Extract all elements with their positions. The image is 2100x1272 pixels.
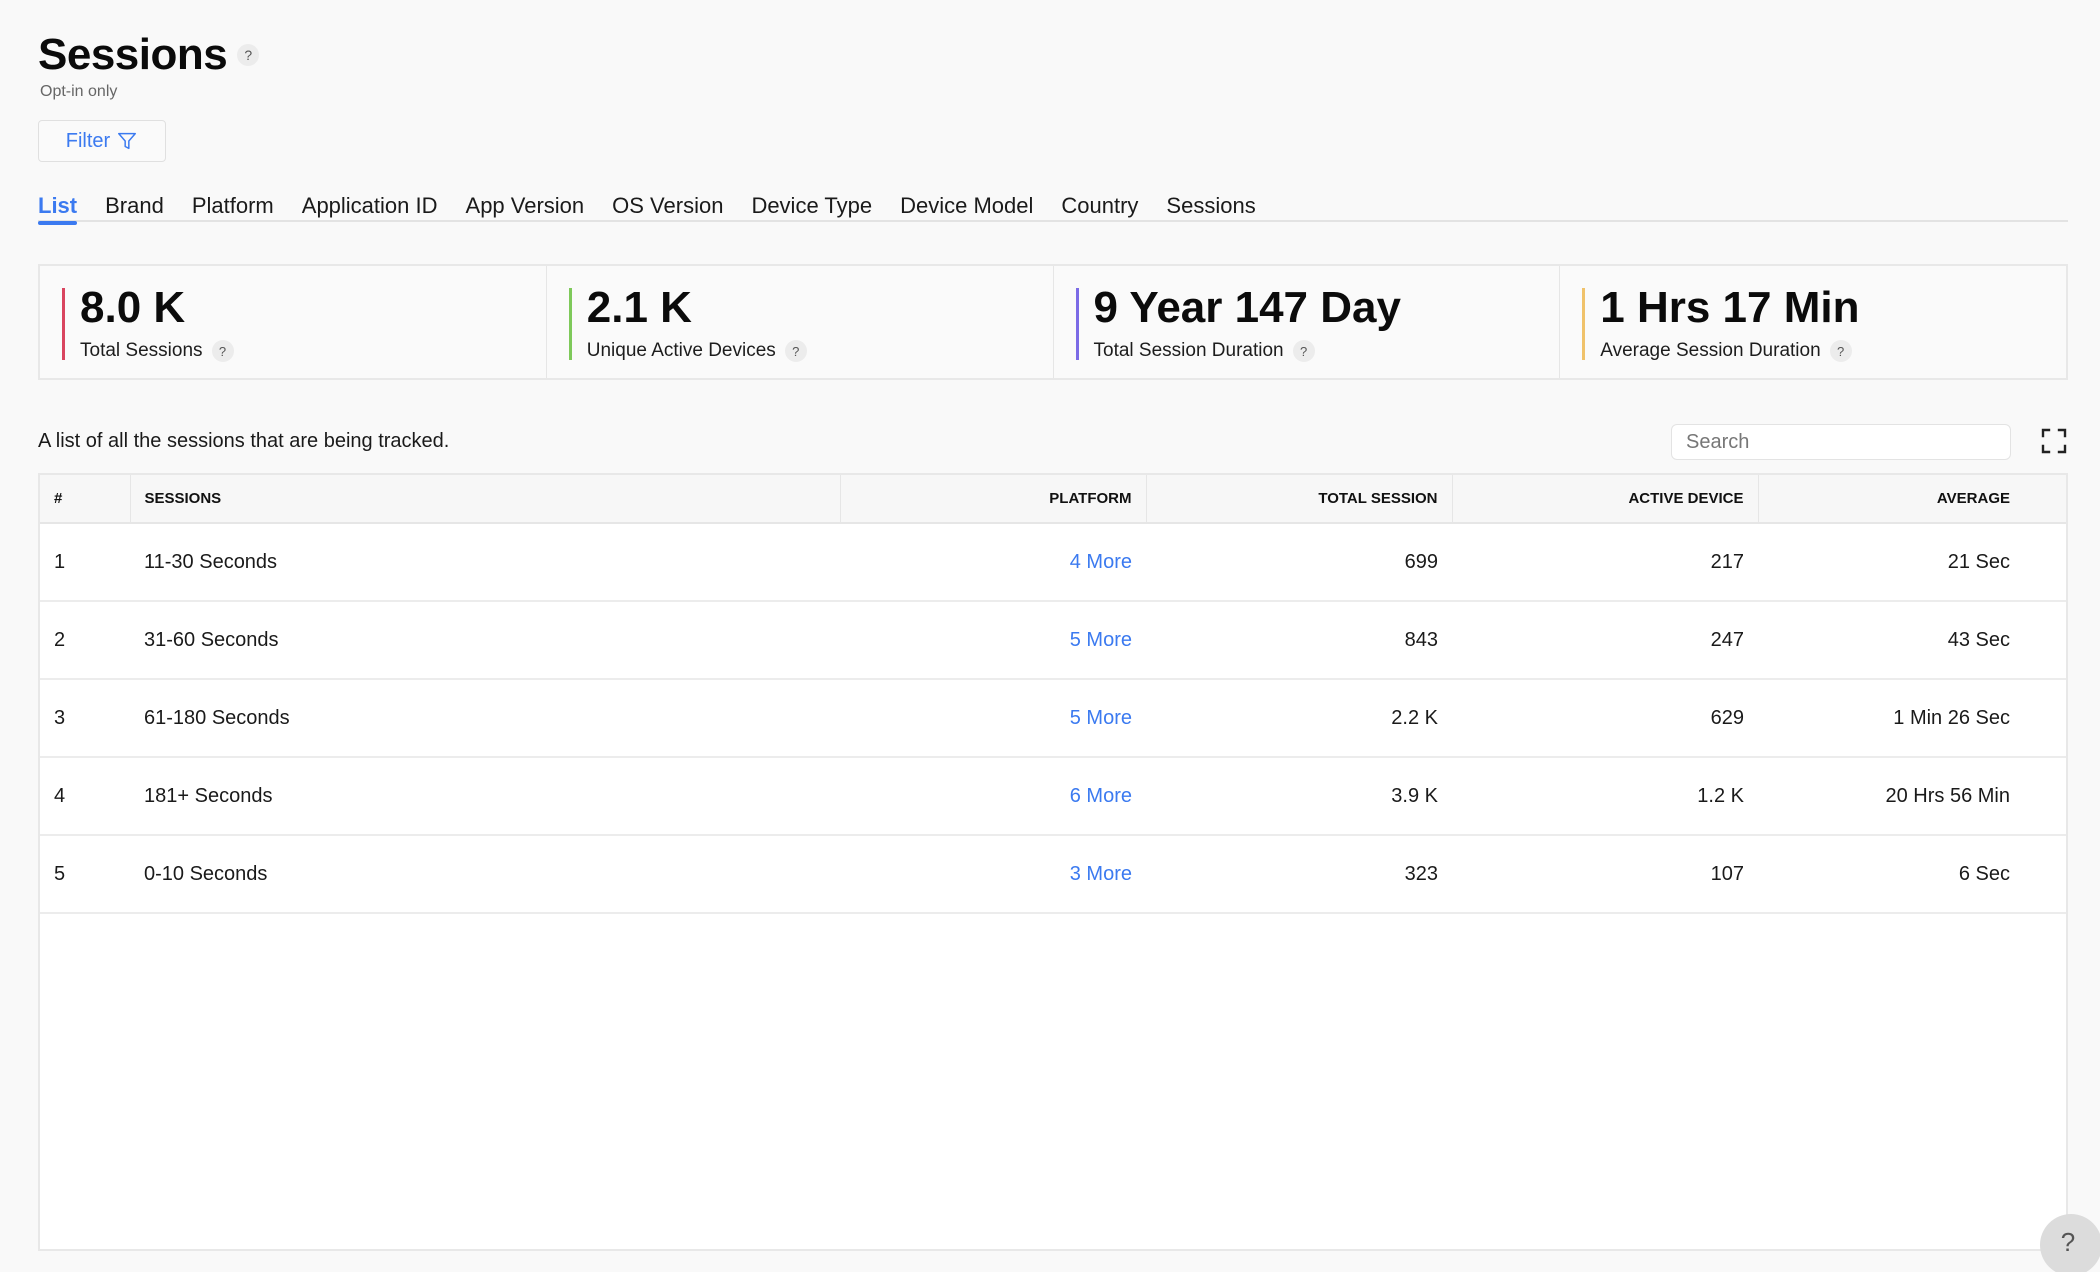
column-header-index[interactable]: # xyxy=(40,475,131,524)
tab-brand[interactable]: Brand xyxy=(91,190,178,222)
sessions-table: # Sessions Platform Total Session Active… xyxy=(40,475,2066,914)
list-description: A list of all the sessions that are bein… xyxy=(38,430,450,452)
kpi-value: 8.0 K xyxy=(80,283,186,332)
kpi-label-row: Average Session Duration ? xyxy=(1600,340,2066,363)
kpi-total-sessions: 8.0 K Total Sessions ? xyxy=(40,266,547,378)
tab-application-id[interactable]: Application ID xyxy=(288,190,452,222)
kpi-total-session-duration: 9 Year 147 Day Total Session Duration ? xyxy=(1054,266,1561,378)
cell-active-device: 1.2 K xyxy=(1452,757,1758,836)
tab-device-model[interactable]: Device Model xyxy=(886,190,1047,222)
cell-sessions: 31-60 Seconds xyxy=(130,601,840,680)
cell-index: 5 xyxy=(40,835,130,914)
cell-sessions: 0-10 Seconds xyxy=(130,835,840,914)
title-help-icon[interactable]: ? xyxy=(237,44,260,66)
cell-average: 21 Sec xyxy=(1758,523,2066,602)
column-header-platform[interactable]: Platform xyxy=(840,475,1147,524)
tab-list[interactable]: List xyxy=(38,190,91,225)
kpi-label-row: Unique Active Devices ? xyxy=(586,340,1053,363)
tab-platform[interactable]: Platform xyxy=(178,190,288,222)
platform-more-link[interactable]: 5 More xyxy=(1070,707,1132,729)
platform-more-link[interactable]: 4 More xyxy=(1070,551,1132,573)
kpi-average-session-duration: 1 Hrs 17 Min Average Session Duration ? xyxy=(1560,266,2066,378)
cell-total-session: 323 xyxy=(1146,835,1452,914)
kpi-value: 1 Hrs 17 Min xyxy=(1600,283,1860,332)
cell-active-device: 629 xyxy=(1452,679,1758,758)
cell-total-session: 3.9 K xyxy=(1146,757,1452,836)
table-row[interactable]: 4 181+ Seconds 6 More 3.9 K 1.2 K 20 Hrs… xyxy=(40,757,2066,836)
tab-device-type[interactable]: Device Type xyxy=(737,190,886,222)
page-subtitle: Opt-in only xyxy=(40,83,118,100)
cell-sessions: 11-30 Seconds xyxy=(130,523,840,602)
cell-active-device: 247 xyxy=(1452,601,1758,680)
cell-index: 1 xyxy=(40,523,130,602)
table-header-row: # Sessions Platform Total Session Active… xyxy=(40,475,2066,524)
cell-index: 3 xyxy=(40,679,130,758)
cell-total-session: 843 xyxy=(1146,601,1452,680)
cell-sessions: 181+ Seconds xyxy=(130,757,840,836)
table-row[interactable]: 1 11-30 Seconds 4 More 699 217 21 Sec xyxy=(40,523,2066,602)
kpi-label: Average Session Duration xyxy=(1600,340,1821,362)
kpi-unique-active-devices: 2.1 K Unique Active Devices ? xyxy=(547,266,1054,378)
cell-average: 1 Min 26 Sec xyxy=(1758,679,2066,758)
kpi-accent-bar xyxy=(62,288,65,360)
column-header-average[interactable]: Average xyxy=(1758,475,2066,524)
cell-active-device: 217 xyxy=(1452,523,1758,602)
cell-active-device: 107 xyxy=(1452,835,1758,914)
help-icon[interactable]: ? xyxy=(1829,340,1852,363)
funnel-icon xyxy=(118,132,137,150)
kpi-accent-bar xyxy=(568,288,572,360)
cell-index: 2 xyxy=(40,601,130,680)
cell-average: 6 Sec xyxy=(1758,835,2066,914)
fullscreen-icon[interactable] xyxy=(2040,427,2068,455)
help-icon[interactable]: ? xyxy=(1292,340,1315,363)
kpi-value: 2.1 K xyxy=(586,283,692,332)
platform-more-link[interactable]: 6 More xyxy=(1070,785,1132,807)
tab-app-version[interactable]: App Version xyxy=(452,190,599,222)
help-icon[interactable]: ? xyxy=(784,340,807,363)
sessions-page: Sessions ? Opt-in only Filter List Brand… xyxy=(0,0,2100,1272)
kpi-label-row: Total Sessions ? xyxy=(80,340,546,363)
cell-total-session: 2.2 K xyxy=(1146,679,1452,758)
kpi-label: Unique Active Devices xyxy=(586,340,776,362)
table-row[interactable]: 2 31-60 Seconds 5 More 843 247 43 Sec xyxy=(40,601,2066,680)
filter-button[interactable]: Filter xyxy=(38,120,166,162)
kpi-accent-bar xyxy=(1582,288,1586,360)
kpi-label: Total Session Duration xyxy=(1093,340,1284,362)
kpi-label: Total Sessions xyxy=(80,340,203,362)
cell-index: 4 xyxy=(40,757,130,836)
table-row[interactable]: 5 0-10 Seconds 3 More 323 107 6 Sec xyxy=(40,835,2066,914)
column-header-total-session[interactable]: Total Session xyxy=(1146,475,1453,524)
kpi-accent-bar xyxy=(1075,288,1079,360)
platform-more-link[interactable]: 3 More xyxy=(1070,863,1132,885)
tab-os-version[interactable]: OS Version xyxy=(598,190,737,222)
cell-average: 43 Sec xyxy=(1758,601,2066,680)
kpi-summary: 8.0 K Total Sessions ? 2.1 K Unique Acti… xyxy=(38,264,2068,380)
column-header-active-device[interactable]: Active Device xyxy=(1452,475,1759,524)
cell-average: 20 Hrs 56 Min xyxy=(1758,757,2066,836)
tab-country[interactable]: Country xyxy=(1047,190,1152,222)
title-row: Sessions ? xyxy=(38,30,260,80)
kpi-value: 9 Year 147 Day xyxy=(1093,283,1401,332)
page-title: Sessions xyxy=(38,30,228,79)
search-input[interactable] xyxy=(1671,424,2011,460)
column-header-sessions[interactable]: Sessions xyxy=(130,475,841,524)
tab-bar: List Brand Platform Application ID App V… xyxy=(38,190,2068,225)
filter-label: Filter xyxy=(65,129,111,152)
help-icon[interactable]: ? xyxy=(211,340,234,363)
cell-total-session: 699 xyxy=(1146,523,1452,602)
tab-sessions[interactable]: Sessions xyxy=(1152,190,1269,222)
sessions-table-container: # Sessions Platform Total Session Active… xyxy=(38,473,2068,1251)
help-fab-button[interactable]: ? xyxy=(2040,1214,2100,1272)
cell-sessions: 61-180 Seconds xyxy=(130,679,840,758)
platform-more-link[interactable]: 5 More xyxy=(1070,629,1132,651)
table-row[interactable]: 3 61-180 Seconds 5 More 2.2 K 629 1 Min … xyxy=(40,679,2066,758)
kpi-label-row: Total Session Duration ? xyxy=(1093,340,1560,363)
